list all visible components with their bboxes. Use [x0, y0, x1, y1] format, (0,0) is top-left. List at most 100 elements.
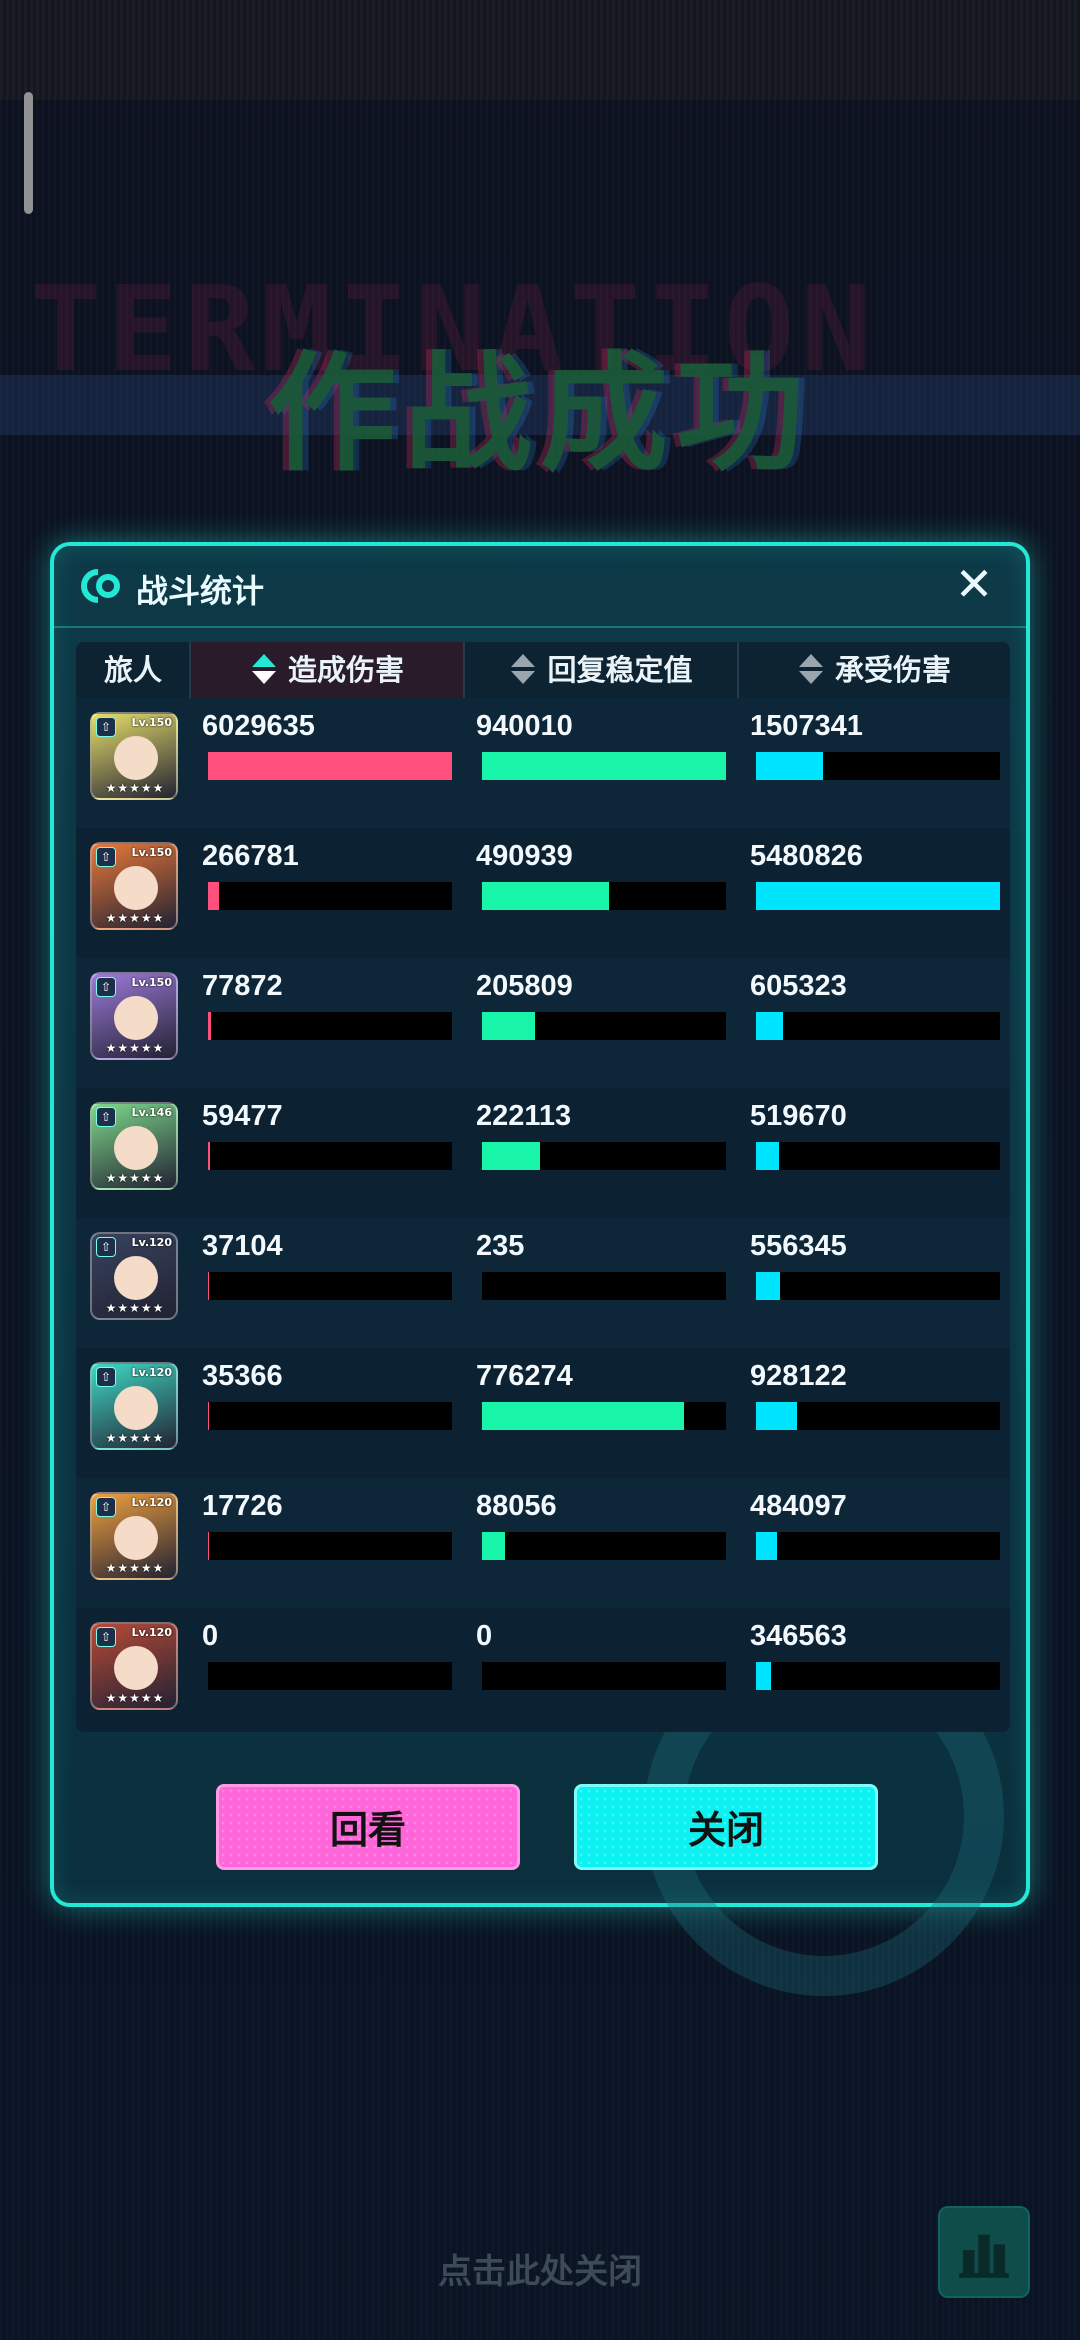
heal-value: 222113	[476, 1100, 572, 1132]
character-avatar[interactable]: ⇧ Lv.150 ★★★★★	[90, 712, 178, 800]
character-avatar[interactable]: ⇧ Lv.120 ★★★★★	[90, 1622, 178, 1710]
character-avatar[interactable]: ⇧ Lv.150 ★★★★★	[90, 842, 178, 930]
taken-value: 346563	[750, 1620, 847, 1652]
heal-bar-track	[482, 1142, 726, 1170]
heal-value: 235	[476, 1230, 525, 1262]
damage-bar-fill	[208, 1532, 209, 1560]
star-rating: ★★★★★	[105, 781, 165, 795]
damage-bar-track	[208, 1662, 452, 1690]
heal-cell: 88056	[464, 1478, 738, 1608]
portrait-face	[114, 996, 158, 1040]
heal-bar-track	[482, 1662, 726, 1690]
heal-value: 776274	[476, 1360, 573, 1392]
scroll-indicator	[24, 92, 33, 214]
heal-value: 205809	[476, 970, 573, 1002]
tap-to-close-hint[interactable]: 点击此处关闭	[0, 2244, 1080, 2293]
heal-bar-fill	[482, 882, 609, 910]
taken-cell: 5480826	[738, 828, 1010, 958]
taken-bar-track	[756, 1662, 1000, 1690]
damage-cell: 266781	[190, 828, 464, 958]
heal-value: 88056	[476, 1490, 557, 1522]
taken-bar-fill	[756, 1402, 797, 1430]
heal-bar-fill	[482, 1532, 505, 1560]
close-button[interactable]: 关闭	[574, 1784, 878, 1870]
character-avatar[interactable]: ⇧ Lv.120 ★★★★★	[90, 1492, 178, 1580]
star-rating: ★★★★★	[105, 911, 165, 925]
header-damage[interactable]: 造成伤害	[190, 642, 464, 698]
taken-value: 484097	[750, 1490, 847, 1522]
taken-bar-fill	[756, 1142, 779, 1170]
taken-bar-fill	[756, 1012, 783, 1040]
modal-title: 战斗统计	[136, 572, 265, 610]
taken-bar-track	[756, 1272, 1000, 1300]
character-avatar[interactable]: ⇧ Lv.120 ★★★★★	[90, 1362, 178, 1450]
element-icon: ⇧	[96, 1367, 116, 1387]
heal-value: 940010	[476, 710, 573, 742]
portrait-face	[114, 1126, 158, 1170]
taken-cell: 484097	[738, 1478, 1010, 1608]
stats-logo-icon	[81, 569, 120, 603]
taken-value: 519670	[750, 1100, 847, 1132]
sort-icon	[798, 654, 823, 684]
heal-cell: 205809	[464, 958, 738, 1088]
character-level: Lv.150	[131, 716, 172, 729]
heal-bar-track	[482, 1272, 726, 1300]
character-level: Lv.120	[131, 1366, 172, 1379]
character-level: Lv.120	[131, 1236, 172, 1249]
header-heal[interactable]: 回复稳定值	[464, 642, 738, 698]
damage-value: 17726	[202, 1490, 283, 1522]
battle-stats-modal: 战斗统计 ✕ 旅人 造成伤害 回复稳定值 承受伤害 ⇧ Lv.150 ★★★★★…	[50, 542, 1030, 1996]
taken-value: 928122	[750, 1360, 847, 1392]
damage-cell: 6029635	[190, 698, 464, 828]
heal-bar-fill	[482, 1402, 684, 1430]
damage-bar-fill	[208, 1272, 209, 1300]
star-rating: ★★★★★	[105, 1691, 165, 1705]
character-avatar[interactable]: ⇧ Lv.146 ★★★★★	[90, 1102, 178, 1190]
portrait-face	[114, 1646, 158, 1690]
star-rating: ★★★★★	[105, 1431, 165, 1445]
heal-cell: 490939	[464, 828, 738, 958]
damage-value: 35366	[202, 1360, 283, 1392]
character-avatar[interactable]: ⇧ Lv.150 ★★★★★	[90, 972, 178, 1060]
character-level: Lv.150	[131, 976, 172, 989]
header-heal-label: 回复稳定值	[547, 653, 693, 687]
heal-bar-fill	[482, 752, 726, 780]
taken-bar-track	[756, 1532, 1000, 1560]
character-avatar[interactable]: ⇧ Lv.120 ★★★★★	[90, 1232, 178, 1320]
heal-cell: 222113	[464, 1088, 738, 1218]
character-level: Lv.150	[131, 846, 172, 859]
stats-chart-button[interactable]	[938, 2206, 1030, 2298]
damage-bar-fill	[208, 1142, 210, 1170]
taken-bar-track	[756, 1142, 1000, 1170]
heal-bar-fill	[482, 1012, 535, 1040]
damage-bar-track	[208, 1532, 452, 1560]
element-icon: ⇧	[96, 977, 116, 997]
taken-bar-fill	[756, 882, 1000, 910]
element-icon: ⇧	[96, 717, 116, 737]
close-icon[interactable]: ✕	[950, 560, 998, 608]
heal-bar-track	[482, 752, 726, 780]
replay-button[interactable]: 回看	[216, 1784, 520, 1870]
damage-value: 266781	[202, 840, 299, 872]
damage-bar-fill	[208, 1012, 211, 1040]
damage-bar-track	[208, 1012, 452, 1040]
taken-cell: 346563	[738, 1608, 1010, 1732]
element-icon: ⇧	[96, 847, 116, 867]
star-rating: ★★★★★	[105, 1171, 165, 1185]
heal-value: 0	[476, 1620, 493, 1652]
taken-value: 556345	[750, 1230, 847, 1262]
mission-result-title: 作战成功	[267, 340, 812, 489]
star-rating: ★★★★★	[105, 1561, 165, 1575]
heal-cell: 235	[464, 1218, 738, 1348]
damage-cell: 17726	[190, 1478, 464, 1608]
damage-value: 59477	[202, 1100, 283, 1132]
damage-bar-fill	[208, 752, 452, 780]
taken-bar-fill	[756, 1272, 780, 1300]
star-rating: ★★★★★	[105, 1041, 165, 1055]
header-taken[interactable]: 承受伤害	[738, 642, 1010, 698]
header-damage-label: 造成伤害	[287, 653, 404, 687]
taken-bar-fill	[756, 752, 823, 780]
taken-bar-fill	[756, 1532, 777, 1560]
status-bar	[0, 0, 1080, 100]
character-level: Lv.120	[131, 1626, 172, 1639]
